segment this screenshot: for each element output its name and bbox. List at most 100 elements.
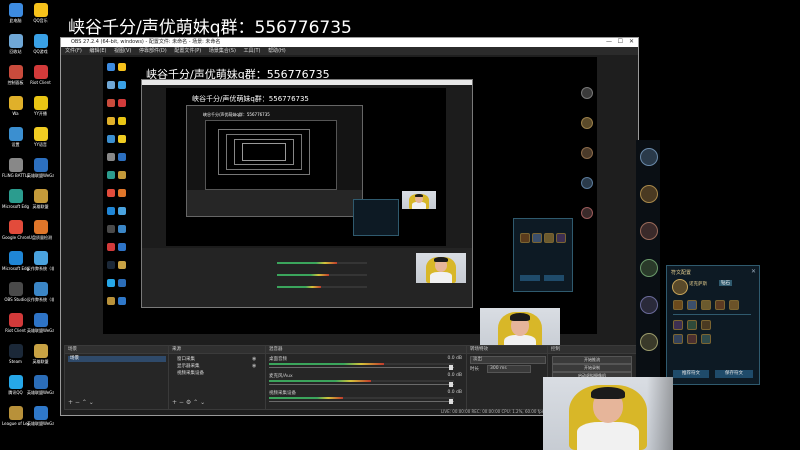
transition-duration-input[interactable]: 300 ms [487,365,531,373]
nested-desktop-icon [107,261,115,269]
menu-scene-collection[interactable]: 场景集合(S) [209,48,236,54]
desktop-icon[interactable]: YY语音 [27,127,54,147]
desktop-icon[interactable]: Microsoft Edge [2,251,29,271]
scene-list-item[interactable]: 场景 [68,356,166,362]
close-icon[interactable]: ✕ [751,268,756,275]
start-recording-button[interactable]: 开始录制 [552,364,632,372]
volume-slider[interactable] [269,401,454,402]
desktop-icon[interactable]: 英雄联盟WeGame版 [27,158,54,178]
maximize-icon[interactable]: ☐ [618,38,623,45]
source-add-button[interactable]: + − ⚙ ⌃ ⌄ [172,399,205,406]
desktop-icon[interactable]: Microsoft Edge [2,189,29,209]
nested-desktop-icon [118,99,126,107]
rune-slot[interactable] [701,300,711,310]
transition-select[interactable]: 淡出 [470,356,546,364]
eye-icon[interactable]: ◉ [252,356,256,362]
desktop-icon-label: 英雄联盟 [32,359,49,364]
desktop-icon-label: 反作弊系统（非游戏） [27,297,54,302]
rune-slot[interactable] [729,300,739,310]
rune-slot[interactable] [687,300,697,310]
desktop-icon[interactable]: 英雄联盟WeGame版 [27,406,54,426]
nested-desktop-icon [118,63,126,71]
volume-slider-handle[interactable] [449,382,453,387]
recursion-frame-4 [242,143,286,161]
app-icon [8,313,23,327]
obs-preview-canvas[interactable]: 峡谷千分/声优萌妹q群：556776735 峡谷千分/声优萌妹q群：556776… [103,57,597,352]
rune-slot[interactable] [701,320,711,330]
rune-slot[interactable] [673,320,683,330]
rune-slot[interactable] [673,334,683,344]
app-icon [8,158,23,172]
desktop-icon[interactable]: 腾讯QQ [2,375,29,395]
eye-icon-2[interactable]: ◉ [252,363,256,369]
desktop-icon[interactable]: YY开播 [27,96,54,116]
app-icon [33,251,48,265]
recommend-runes-button[interactable]: 推荐符文 [673,370,709,378]
close-icon[interactable]: ✕ [629,38,634,45]
desktop-icon[interactable]: QQ音乐 [27,3,54,23]
volume-meter-level [269,380,371,382]
desktop-icon[interactable]: OBS Studio [2,282,29,302]
menu-help[interactable]: 帮助(H) [268,48,286,54]
desktop-icon[interactable]: 回收站 [2,34,29,54]
obs-window[interactable]: OBS 27.2.4 (64-bit, windows) - 配置文件: 未命名… [60,37,639,416]
menu-docks[interactable]: 停靠部件(D) [139,48,167,54]
desktop-icon-label: U盘质量检测 [29,235,52,240]
scene-add-button[interactable]: + − ⌃ ⌄ [68,399,94,406]
menu-profile[interactable]: 配置文件(P) [174,48,201,54]
desktop-icon[interactable]: U盘质量检测 [27,220,54,240]
nested-headline-2: 峡谷千分/声优萌妹q群：556776735 [192,95,309,103]
desktop-icon[interactable]: 英雄联盟WeGame版 [27,313,54,333]
volume-slider[interactable] [269,384,454,385]
desktop-icon-label: 英雄联盟 [32,204,49,209]
nested-desktop-icon [107,189,115,197]
nested-obs-window-3: 峡谷千分/声优萌妹q群：556776735 [186,105,363,217]
source-item-display-capture[interactable]: 显示器采集 [177,363,200,369]
menu-view[interactable]: 视图(V) [114,48,131,54]
menu-edit[interactable]: 编辑(E) [89,48,106,54]
desktop-icon[interactable]: Riot Client [2,313,29,333]
source-item-window-capture[interactable]: 窗口采集 [177,356,195,362]
volume-slider-handle[interactable] [449,399,453,404]
desktop-icon[interactable]: 此电脑 [2,3,29,23]
rune-slot[interactable] [701,334,711,344]
mixer-track-name: 麦克风/Aux [269,374,293,379]
desktop-icon[interactable]: 反作弊系统（非游戏） [27,282,54,302]
desktop-icon-label: QQ游戏 [33,49,48,54]
rune-slot[interactable] [687,334,697,344]
rune-slot[interactable] [715,300,725,310]
nested-desktop-icon [118,243,126,251]
app-icon [33,406,48,420]
app-icon [8,34,23,48]
app-icon [8,189,23,203]
menu-tools[interactable]: 工具(T) [244,48,261,54]
desktop-icon[interactable]: 设置 [2,127,29,147]
source-item-video-capture[interactable]: 视频采集设备 [177,370,204,376]
desktop-icon[interactable]: 反作弊系统（非游戏） [27,251,54,271]
desktop-icon[interactable]: 英雄联盟WeGame版 [27,375,54,395]
rune-slot[interactable] [673,300,683,310]
desktop-icon[interactable]: Riot Client [27,65,54,85]
desktop-icon[interactable]: 英雄联盟 [27,189,54,209]
desktop-icon[interactable]: FLiNG BATTLEGR... [2,158,29,178]
desktop-icon[interactable]: QQ游戏 [27,34,54,54]
rune-slot[interactable] [687,320,697,330]
rune-panel[interactable]: 符文配置 ✕ 诺克萨斯 钻石 推荐符文 保存符文 [666,265,760,385]
desktop-icon[interactable]: Wa [2,96,29,116]
menu-file[interactable]: 文件(F) [65,48,82,54]
app-icon [33,127,48,141]
volume-slider-handle[interactable] [449,365,453,370]
minimize-icon[interactable]: — [606,38,612,45]
desktop-icon[interactable]: 控制面板 [2,65,29,85]
volume-slider[interactable] [269,367,454,368]
desktop-icon[interactable]: Steam [2,344,29,364]
desktop-icon-label: 控制面板 [7,80,24,85]
desktop-icon-label: Steam [9,359,22,364]
obs-titlebar[interactable]: OBS 27.2.4 (64-bit, windows) - 配置文件: 未命名… [61,38,638,47]
desktop-icon[interactable]: 英雄联盟 [27,344,54,364]
desktop-icon[interactable]: Google Chrome [2,220,29,240]
nested-desktop-icon [107,207,115,215]
save-runes-button[interactable]: 保存符文 [715,370,753,378]
desktop-icon[interactable]: League of Legends [2,406,29,426]
start-streaming-button[interactable]: 开始推流 [552,356,632,364]
